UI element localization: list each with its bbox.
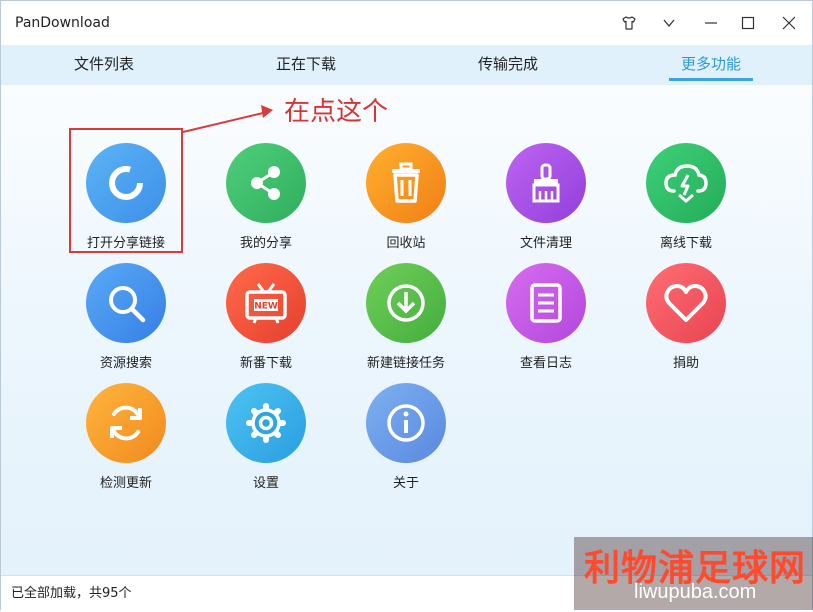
annotation-text: 在点这个 [284,97,389,127]
watermark: 利物浦足球网 liwupuba.com [574,537,813,610]
annotation-arrow [182,105,273,133]
app-window: PanDownload 文件列表 正在下载 传输完成 更多功能 打开分享链接 我… [0,0,813,612]
watermark-url: liwupuba.com [634,581,757,603]
status-text: 已全部加载，共95个 [11,586,132,601]
